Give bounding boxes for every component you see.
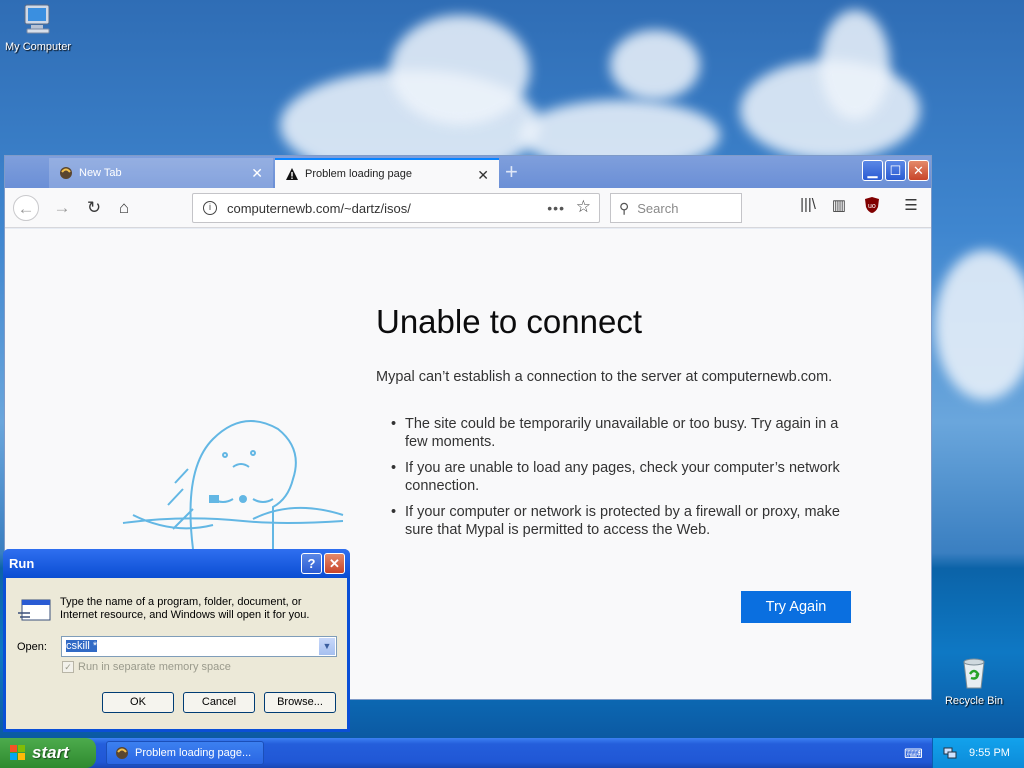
reload-button[interactable]: ↻ [81,195,107,221]
taskbar-item-browser[interactable]: Problem loading page... [106,741,264,765]
run-description: Type the name of a program, folder, docu… [60,596,310,621]
browse-button[interactable]: Browse... [264,692,336,713]
url-bar[interactable]: i computernewb.com/~dartz/isos/ ••• ☆ [192,193,600,223]
run-dialog: Run ? ✕ Type the name of a program, fold… [3,549,350,732]
open-input[interactable]: cskill * ▼ [61,636,337,657]
help-button[interactable]: ? [301,553,322,574]
mypal-icon [115,746,129,763]
recycle-bin-label: Recycle Bin [944,695,1004,707]
new-tab-button[interactable]: + [505,159,518,185]
tab-label: Problem loading page [305,168,413,180]
error-suggestions: The site could be temporarily unavailabl… [391,415,861,547]
system-tray: 9:55 PM [932,738,1024,768]
mypal-icon [59,166,73,180]
error-title: Unable to connect [376,303,643,340]
forward-button[interactable]: → [49,195,75,221]
search-icon: ⚲ [619,199,630,216]
sidebar-icon[interactable]: ▥ [828,196,850,214]
taskbar-item-label: Problem loading page... [135,747,252,759]
network-icon[interactable] [943,746,957,763]
cancel-button[interactable]: Cancel [183,692,255,713]
dino-illustration [113,409,353,552]
start-button[interactable]: start [0,738,96,768]
run-icon [18,597,52,626]
my-computer-icon [0,2,76,39]
close-tab-icon[interactable]: ✕ [477,167,489,184]
back-button[interactable]: ← [13,195,39,221]
url-text: computernewb.com/~dartz/isos/ [227,200,411,216]
menu-icon[interactable]: ☰ [900,196,922,214]
recycle-bin-icon [936,656,1012,693]
tab-problem-loading[interactable]: Problem loading page ✕ [275,158,499,188]
minimize-button[interactable]: ▁ [862,160,883,181]
close-tab-icon[interactable]: ✕ [251,165,263,182]
open-value: cskill * [66,640,98,652]
ok-button[interactable]: OK [102,692,174,713]
home-button[interactable]: ⌂ [111,195,137,221]
dialog-title: Run [9,556,35,571]
recycle-bin-shortcut[interactable]: Recycle Bin [936,656,1012,707]
run-title-bar: Run ? ✕ [3,549,350,578]
search-placeholder: Search [637,200,679,216]
bookmark-star-icon[interactable]: ☆ [576,197,591,217]
ublock-icon[interactable]: uo [861,196,883,218]
maximize-button[interactable]: ☐ [885,160,906,181]
keyboard-icon[interactable]: ⌨ [904,746,923,762]
open-label: Open: [17,641,47,653]
error-description: Mypal can’t establish a connection to th… [376,369,833,385]
info-icon[interactable]: i [203,201,217,215]
start-label: start [32,743,69,762]
tab-label: New Tab [79,167,122,179]
list-item: The site could be temporarily unavailabl… [391,415,861,451]
clock: 9:55 PM [969,747,1010,759]
try-again-button[interactable]: Try Again [741,591,851,623]
separate-memory-checkbox[interactable]: ✓ Run in separate memory space [62,661,231,673]
close-window-button[interactable]: ✕ [908,160,929,181]
warning-icon [285,167,299,181]
tab-strip: New Tab ✕ Problem loading page ✕ + ▁ ☐ ✕ [5,156,931,188]
checkbox-icon: ✓ [62,661,74,673]
library-icon[interactable]: |||\ [797,196,819,213]
svg-text:uo: uo [868,203,876,210]
close-dialog-button[interactable]: ✕ [324,553,345,574]
checkbox-label: Run in separate memory space [78,661,231,673]
taskbar: start Problem loading page... ⌨ 9:55 PM [0,738,1024,768]
my-computer-shortcut[interactable]: My Computer [0,2,76,53]
page-actions-icon[interactable]: ••• [547,200,565,216]
windows-logo-icon [10,745,26,761]
list-item: If you are unable to load any pages, che… [391,459,861,495]
navigation-toolbar: ← → ↻ ⌂ i computernewb.com/~dartz/isos/ … [5,188,931,228]
my-computer-label: My Computer [4,41,72,53]
chevron-down-icon[interactable]: ▼ [319,638,335,655]
tab-new-tab[interactable]: New Tab ✕ [49,158,273,188]
list-item: If your computer or network is protected… [391,503,861,539]
search-input[interactable]: ⚲ Search [610,193,742,223]
